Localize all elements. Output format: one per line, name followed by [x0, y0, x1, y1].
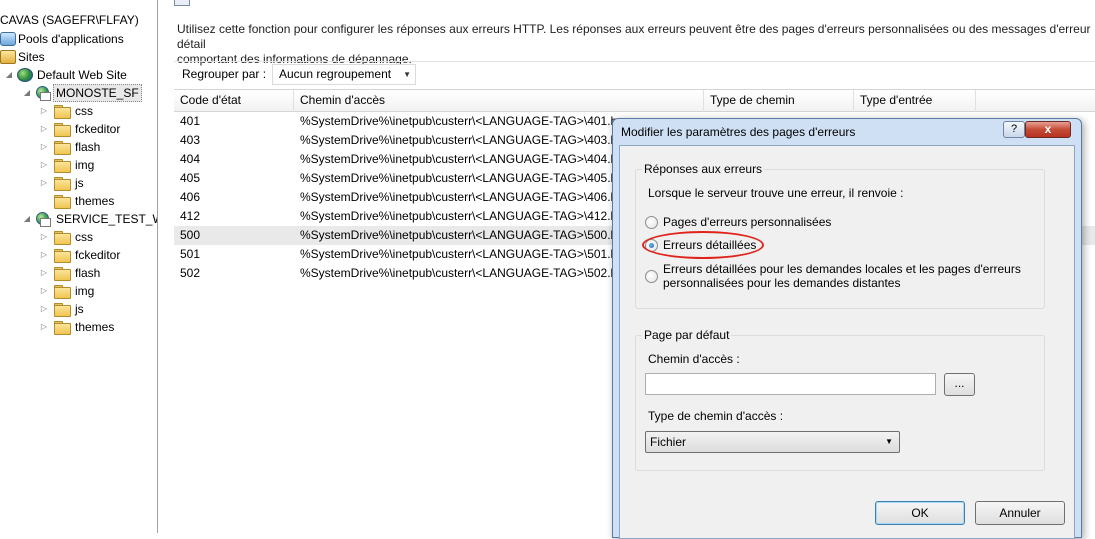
path-type-label: Type de chemin d'accès :: [648, 409, 784, 423]
status-code-cell: 501: [180, 247, 201, 261]
folder-icon: [54, 105, 71, 119]
dropdown-arrow-icon: ▼: [885, 437, 893, 446]
collapse-arrow-icon[interactable]: ▷: [39, 246, 49, 264]
column-header-path-type[interactable]: Type de chemin: [704, 90, 854, 112]
folder-icon: [54, 267, 71, 281]
tree-item-label: Sites: [18, 50, 45, 64]
cancel-button[interactable]: Annuler: [975, 501, 1065, 525]
tree-item-label: img: [75, 158, 95, 172]
path-type-value: Fichier: [650, 435, 687, 449]
column-header-path[interactable]: Chemin d'accès: [294, 90, 704, 112]
tree-item-label: flash: [75, 140, 101, 154]
ok-button[interactable]: OK: [875, 501, 965, 525]
app-pool-icon: [0, 32, 16, 46]
collapse-arrow-icon[interactable]: ▷: [39, 264, 49, 282]
help-button[interactable]: ?: [1003, 121, 1025, 138]
path-type-dropdown[interactable]: Fichier ▼: [645, 431, 900, 453]
feature-icon: [174, 0, 190, 6]
group-title: Page par défaut: [642, 328, 732, 342]
dropdown-arrow-icon: ▼: [403, 70, 411, 79]
tree-item-label: js: [75, 176, 84, 190]
collapse-arrow-icon[interactable]: ▷: [39, 174, 49, 192]
tree-item-label: themes: [75, 320, 115, 334]
folder-icon: [54, 123, 71, 137]
grid-header: Code d'état Chemin d'accès Type de chemi…: [174, 90, 1095, 112]
dialog-body: Réponses aux erreurs Lorsque le serveur …: [619, 145, 1075, 539]
status-code-cell: 500: [180, 228, 201, 242]
folder-icon: [54, 231, 71, 245]
dialog-title: Modifier les paramètres des pages d'erre…: [621, 125, 856, 139]
tree-item-label: css: [75, 230, 93, 244]
collapse-arrow-icon[interactable]: ▷: [39, 300, 49, 318]
tree-item-label: themes: [75, 194, 115, 208]
globe-icon: [17, 68, 33, 82]
path-label: Chemin d'accès :: [648, 352, 740, 366]
status-code-cell: 405: [180, 171, 201, 185]
site-icon: [35, 212, 51, 227]
status-code-cell: 412: [180, 209, 201, 223]
default-page-group: Page par défaut Chemin d'accès : ... Typ…: [635, 328, 1045, 471]
description-line: Utilisez cette fonction pour configurer …: [177, 22, 1091, 51]
radio-detailed-local-custom-remote[interactable]: Erreurs détaillées pour les demandes loc…: [645, 262, 1035, 292]
edit-error-pages-settings-dialog: Modifier les paramètres des pages d'erre…: [612, 118, 1082, 539]
tree-item-label: img: [75, 284, 95, 298]
collapse-arrow-icon[interactable]: ▷: [39, 318, 49, 336]
collapse-arrow-icon[interactable]: ▷: [39, 282, 49, 300]
close-button[interactable]: x: [1025, 121, 1071, 138]
group-by-bar: Regrouper par : Aucun regroupement ▼: [174, 61, 1095, 88]
collapse-arrow-icon[interactable]: ▷: [39, 156, 49, 174]
radio-button[interactable]: [645, 270, 658, 283]
tree-item-label: SERVICE_TEST_WSI: [56, 212, 157, 226]
collapse-arrow-icon[interactable]: ▷: [39, 138, 49, 156]
folder-icon: [54, 249, 71, 263]
radio-label: Pages d'erreurs personnalisées: [663, 215, 832, 229]
sites-icon: [0, 50, 16, 64]
radio-custom-error-pages[interactable]: Pages d'erreurs personnalisées: [645, 215, 1035, 231]
folder-icon: [54, 159, 71, 173]
expand-arrow-icon[interactable]: ◢: [4, 66, 14, 84]
group-by-dropdown[interactable]: Aucun regroupement ▼: [272, 64, 416, 85]
highlight-annotation: [642, 231, 764, 259]
radio-label-line: Erreurs détaillées pour les demandes loc…: [663, 262, 1021, 276]
tree-item-label: flash: [75, 266, 101, 280]
tree-item-label: fckeditor: [75, 122, 121, 136]
folder-icon: [54, 141, 71, 155]
tree-item-label: CAVAS (SAGEFR\FLFAY): [0, 13, 139, 27]
folder-icon: [54, 285, 71, 299]
tree-item-label: css: [75, 104, 93, 118]
group-by-label: Regrouper par :: [182, 67, 267, 81]
responses-prompt: Lorsque le serveur trouve une erreur, il…: [648, 186, 904, 200]
browse-button[interactable]: ...: [944, 373, 975, 396]
column-header-status-code[interactable]: Code d'état: [174, 90, 294, 112]
status-code-cell: 401: [180, 114, 201, 128]
radio-label-line: personnalisées pour les demandes distant…: [663, 276, 901, 290]
status-code-cell: 404: [180, 152, 201, 166]
group-by-value: Aucun regroupement: [279, 67, 392, 81]
folder-icon: [54, 303, 71, 317]
group-title: Réponses aux erreurs: [642, 162, 765, 176]
folder-icon: [54, 195, 71, 209]
collapse-arrow-icon[interactable]: ▷: [39, 102, 49, 120]
radio-label: Erreurs détaillées pour les demandes loc…: [663, 262, 1021, 290]
path-input[interactable]: [645, 373, 936, 395]
folder-icon: [54, 321, 71, 335]
status-code-cell: 403: [180, 133, 201, 147]
column-header-entry-type[interactable]: Type d'entrée: [854, 90, 976, 112]
radio-button[interactable]: [645, 216, 658, 229]
status-code-cell: 502: [180, 266, 201, 280]
tree-item-label: Default Web Site: [37, 68, 127, 82]
tree-item-label: Pools d'applications: [18, 32, 124, 46]
tree-item-label: MONOSTE_SF: [53, 84, 142, 102]
collapse-arrow-icon[interactable]: ▷: [39, 228, 49, 246]
status-code-cell: 406: [180, 190, 201, 204]
expand-arrow-icon[interactable]: ◢: [22, 84, 32, 102]
tree-item-label: js: [75, 302, 84, 316]
expand-arrow-icon[interactable]: ◢: [22, 210, 32, 228]
connections-tree: CAVAS (SAGEFR\FLFAY) Pools d'application…: [0, 0, 158, 533]
site-icon: [35, 86, 51, 101]
collapse-arrow-icon[interactable]: ▷: [39, 120, 49, 138]
tree-item-label: fckeditor: [75, 248, 121, 262]
folder-icon: [54, 177, 71, 191]
